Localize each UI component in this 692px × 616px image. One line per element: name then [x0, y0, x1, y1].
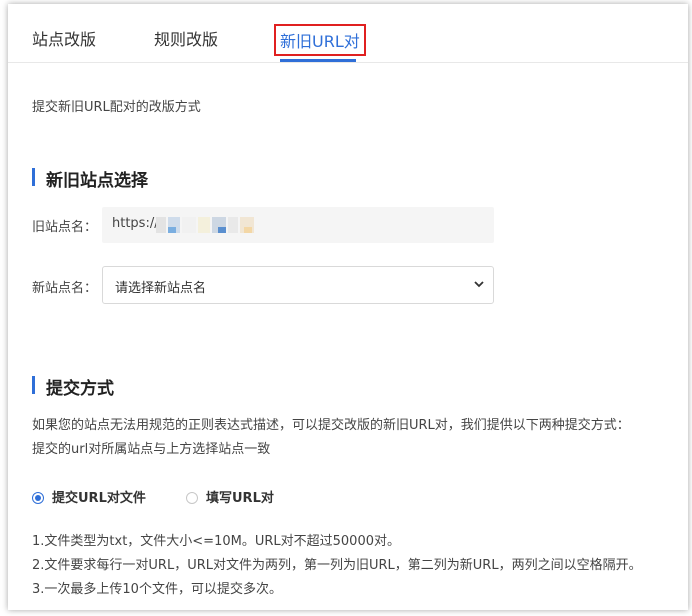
new-site-select-value: 请选择新站点名	[115, 281, 207, 296]
redacted-block	[218, 227, 226, 233]
radio-selected-icon[interactable]	[32, 492, 44, 504]
redacted-block	[182, 217, 196, 233]
tab-url-pairs[interactable]: 新旧URL对	[274, 24, 366, 56]
rule-item: 2.文件要求每行一对URL，URL对文件为两列，第一列为旧URL，第二列为新UR…	[32, 558, 642, 573]
redacted-block	[168, 227, 176, 233]
redacted-block	[198, 217, 210, 233]
radio-fill-url-pairs[interactable]: 填写URL对	[186, 487, 274, 506]
section-title-submit-method: 提交方式	[32, 374, 114, 399]
radio-fill-url-pairs-label: 填写URL对	[206, 491, 274, 506]
submit-description-line: 如果您的站点无法用规范的正则表达式描述，可以提交改版的新旧URL对，我们提供以下…	[32, 418, 630, 433]
redacted-block	[228, 217, 238, 233]
tab-rule-revision[interactable]: 规则改版	[154, 26, 218, 50]
radio-unselected-icon[interactable]	[186, 492, 198, 504]
active-tab-indicator	[280, 59, 356, 62]
radio-upload-file-label: 提交URL对文件	[52, 491, 146, 506]
submit-description-line: 提交的url对所属站点与上方选择站点一致	[32, 442, 271, 457]
rule-item: 1.文件类型为txt，文件大小<=10M。URL对不超过50000对。	[32, 534, 400, 549]
page-description: 提交新旧URL配对的改版方式	[32, 100, 201, 115]
redacted-block	[156, 217, 166, 233]
section-title-site-select: 新旧站点选择	[32, 166, 148, 191]
tab-site-revision[interactable]: 站点改版	[32, 26, 96, 50]
new-site-label: 新站点名：	[32, 281, 98, 296]
old-site-field: https://z	[102, 207, 494, 243]
old-site-label: 旧站点名：	[32, 220, 98, 235]
radio-upload-file[interactable]: 提交URL对文件	[32, 487, 146, 506]
revision-panel: 站点改版 规则改版 新旧URL对 提交新旧URL配对的改版方式 新旧站点选择 旧…	[8, 4, 688, 610]
redacted-block	[244, 227, 252, 233]
submit-description: 如果您的站点无法用规范的正则表达式描述，可以提交改版的新旧URL对，我们提供以下…	[32, 414, 630, 462]
chevron-down-icon	[474, 281, 484, 288]
tab-bar: 站点改版 规则改版 新旧URL对	[8, 4, 688, 63]
new-site-select[interactable]: 请选择新站点名	[102, 266, 494, 304]
rule-item: 3.一次最多上传10个文件，可以提交多次。	[32, 582, 282, 597]
upload-rules: 1.文件类型为txt，文件大小<=10M。URL对不超过50000对。 2.文件…	[32, 530, 642, 602]
